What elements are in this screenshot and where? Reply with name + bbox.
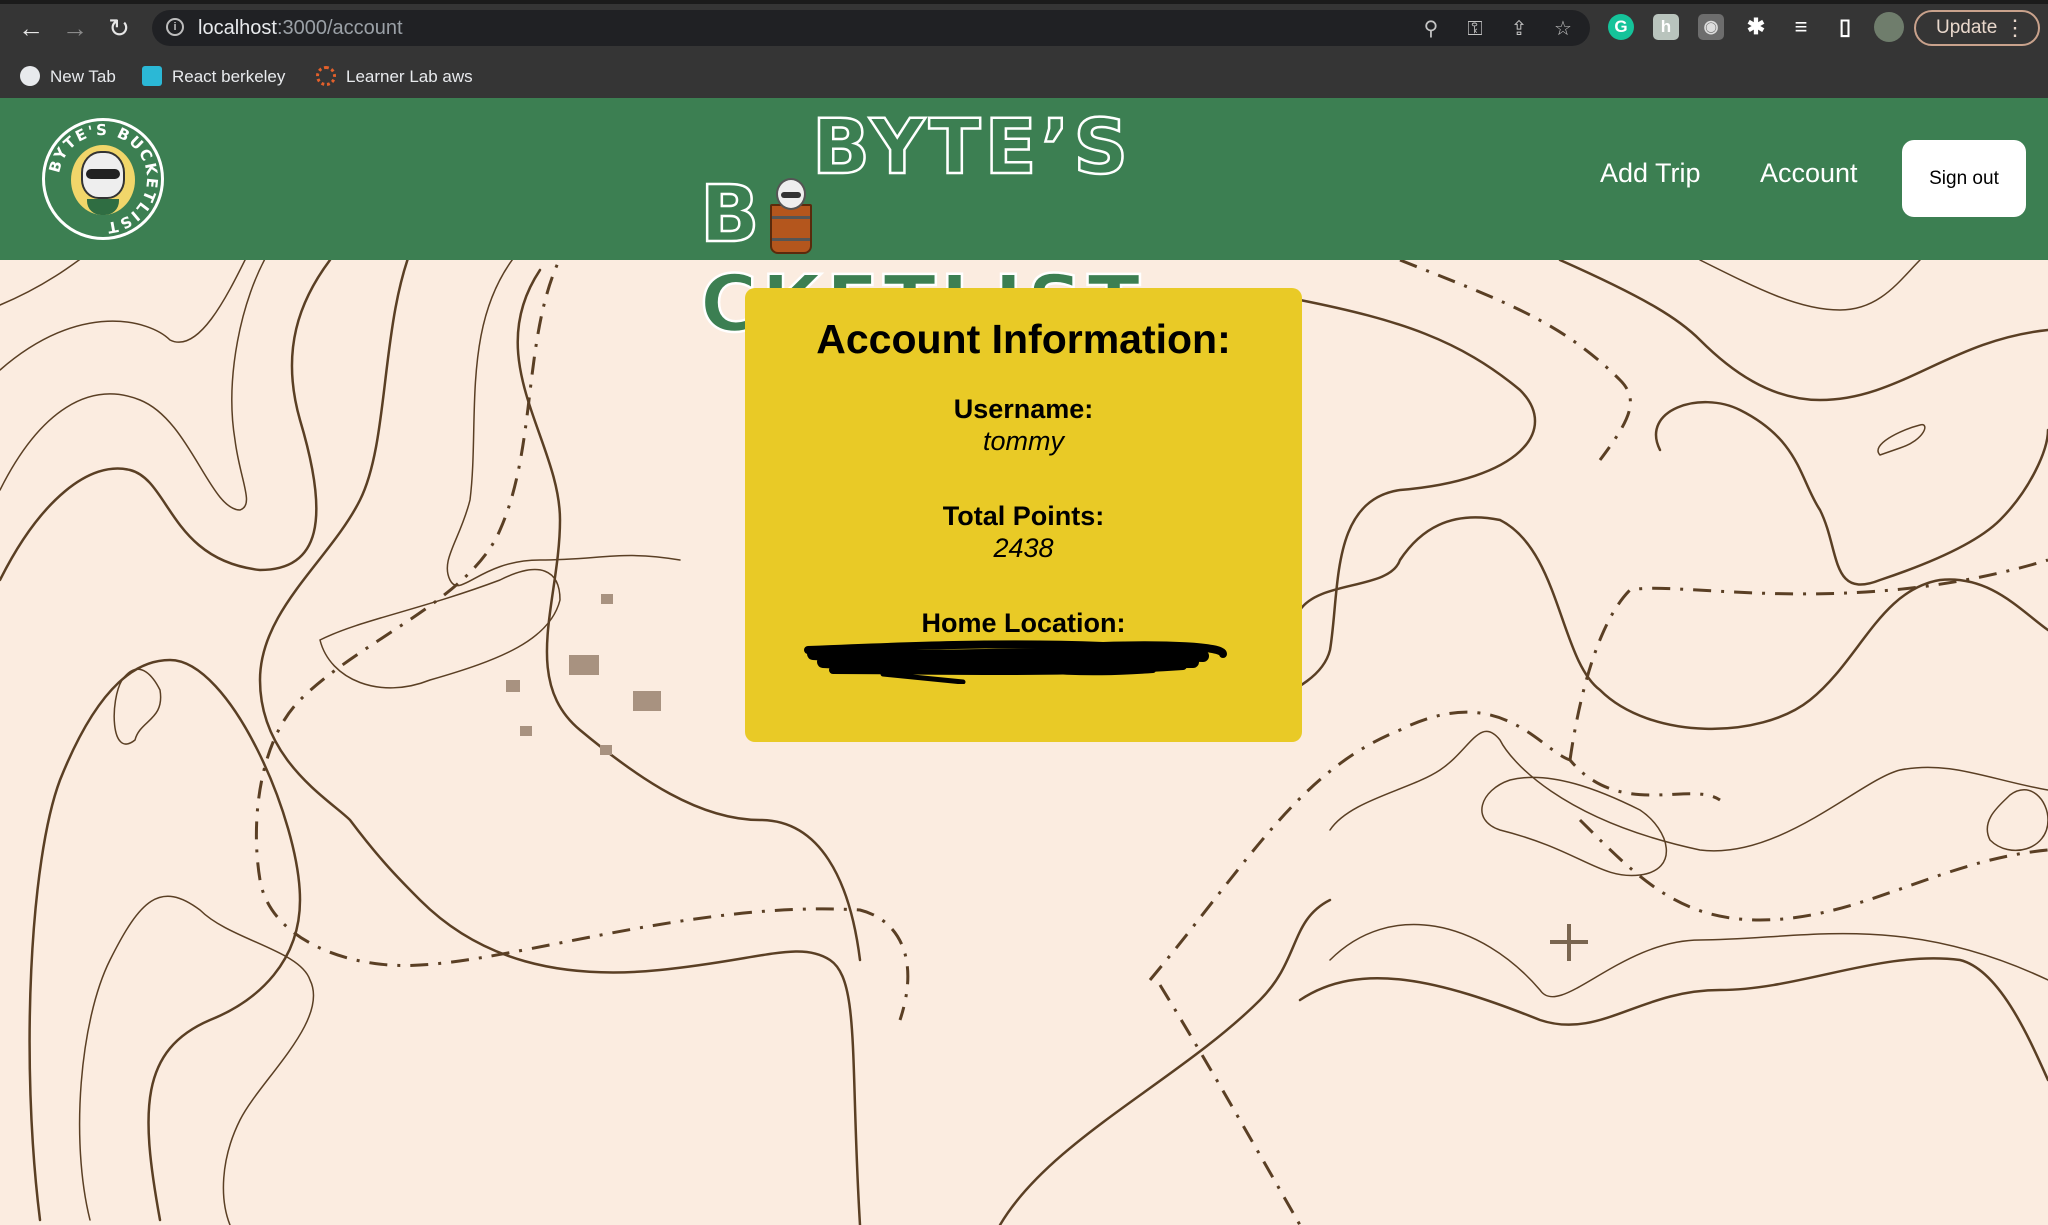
nav-add-trip[interactable]: Add Trip [1600, 158, 1701, 189]
trail-path [1578, 818, 2048, 922]
contour-line [1699, 260, 1921, 311]
total-points-value: 2438 [993, 533, 1054, 563]
building-marker [520, 726, 532, 736]
contour-line [78, 895, 315, 1225]
building-marker [601, 594, 613, 604]
contour-line [0, 260, 81, 306]
building-marker [633, 691, 661, 711]
contour-line [28, 658, 302, 1222]
nav-account[interactable]: Account [1760, 158, 1858, 189]
bookmark-learner-lab[interactable]: Learner Lab aws [316, 64, 473, 90]
home-location-label: Home Location: [921, 608, 1126, 638]
cross-marker-icon [1550, 924, 1588, 961]
account-info-card: Account Information: Username: tommy Tot… [745, 288, 1302, 742]
arrow-right-icon[interactable]: → [60, 13, 90, 43]
media-list-icon[interactable]: ≡ [1788, 14, 1814, 40]
contour-line [0, 260, 246, 371]
trail-path [1148, 710, 1721, 981]
bookmark-react-berkeley[interactable]: React berkeley [142, 64, 285, 90]
contour-line [1298, 957, 2048, 1082]
bucket-mascot-icon [766, 178, 816, 254]
h-extension-icon[interactable]: h [1653, 14, 1679, 40]
building-marker [569, 655, 599, 675]
contour-line [1654, 401, 2048, 586]
contour-line [1877, 424, 1926, 456]
app-header: BYTE'S BUCKETLIST BYTE’S BCKETLIST Add T… [0, 98, 2048, 352]
contour-line [998, 898, 1332, 1225]
info-icon[interactable]: i [166, 18, 184, 36]
building-marker [506, 680, 520, 692]
mascot-icon [81, 151, 125, 199]
contour-line [1481, 776, 1668, 877]
sidebar-icon[interactable]: ▯ [1832, 14, 1858, 40]
card-heading: Account Information: [816, 316, 1231, 362]
sign-out-button[interactable]: Sign out [1902, 140, 2026, 217]
username-value: tommy [983, 426, 1064, 456]
arrow-left-icon[interactable]: ← [16, 13, 46, 43]
trail-path [1158, 984, 1302, 1225]
contour-line [446, 260, 681, 587]
home-location-redacted [804, 640, 1227, 684]
url-text[interactable]: localhost:3000/account [198, 17, 403, 40]
trail-path [1399, 260, 1632, 461]
key-icon[interactable]: ⚿ [1462, 16, 1488, 42]
reload-icon[interactable]: ↻ [104, 13, 134, 43]
puzzle-icon[interactable]: ✱ [1743, 14, 1769, 40]
update-button[interactable]: Update ⋮ [1914, 10, 2040, 46]
camera-icon[interactable]: ◉ [1698, 14, 1724, 40]
contour-line [1298, 516, 2048, 730]
profile-avatar[interactable] [1874, 12, 1904, 42]
monitor-icon [142, 65, 162, 86]
kebab-menu-icon[interactable]: ⋮ [2004, 12, 2026, 44]
trail-path [1568, 558, 2048, 761]
location-pin-icon[interactable]: ⚲ [1418, 16, 1444, 42]
building-marker [600, 745, 612, 755]
contour-line [1986, 789, 2048, 851]
share-icon[interactable]: ⇪ [1506, 16, 1532, 42]
bookmark-new-tab[interactable]: New Tab [20, 64, 116, 90]
username-label: Username: [953, 394, 1094, 424]
grammarly-icon[interactable]: G [1608, 14, 1634, 40]
logo[interactable]: BYTE'S BUCKETLIST [42, 118, 164, 240]
total-points-label: Total Points: [942, 501, 1105, 531]
contour-line [1329, 730, 2048, 852]
contour-line [319, 569, 561, 689]
site-title: BYTE’S BCKETLIST [699, 101, 1142, 352]
star-icon[interactable]: ☆ [1550, 16, 1576, 42]
globe-icon [20, 65, 40, 86]
contour-line [1558, 260, 2048, 402]
address-bar[interactable]: i localhost:3000/account ⚲ ⚿ ⇪ ☆ [152, 10, 1590, 46]
browser-toolbar: ← → ↻ i localhost:3000/account ⚲ ⚿ ⇪ ☆ G… [0, 0, 2048, 56]
canvas-icon [316, 65, 336, 86]
contour-line [113, 668, 162, 745]
bookmarks-bar: New Tab React berkeley Learner Lab aws [0, 56, 2048, 98]
